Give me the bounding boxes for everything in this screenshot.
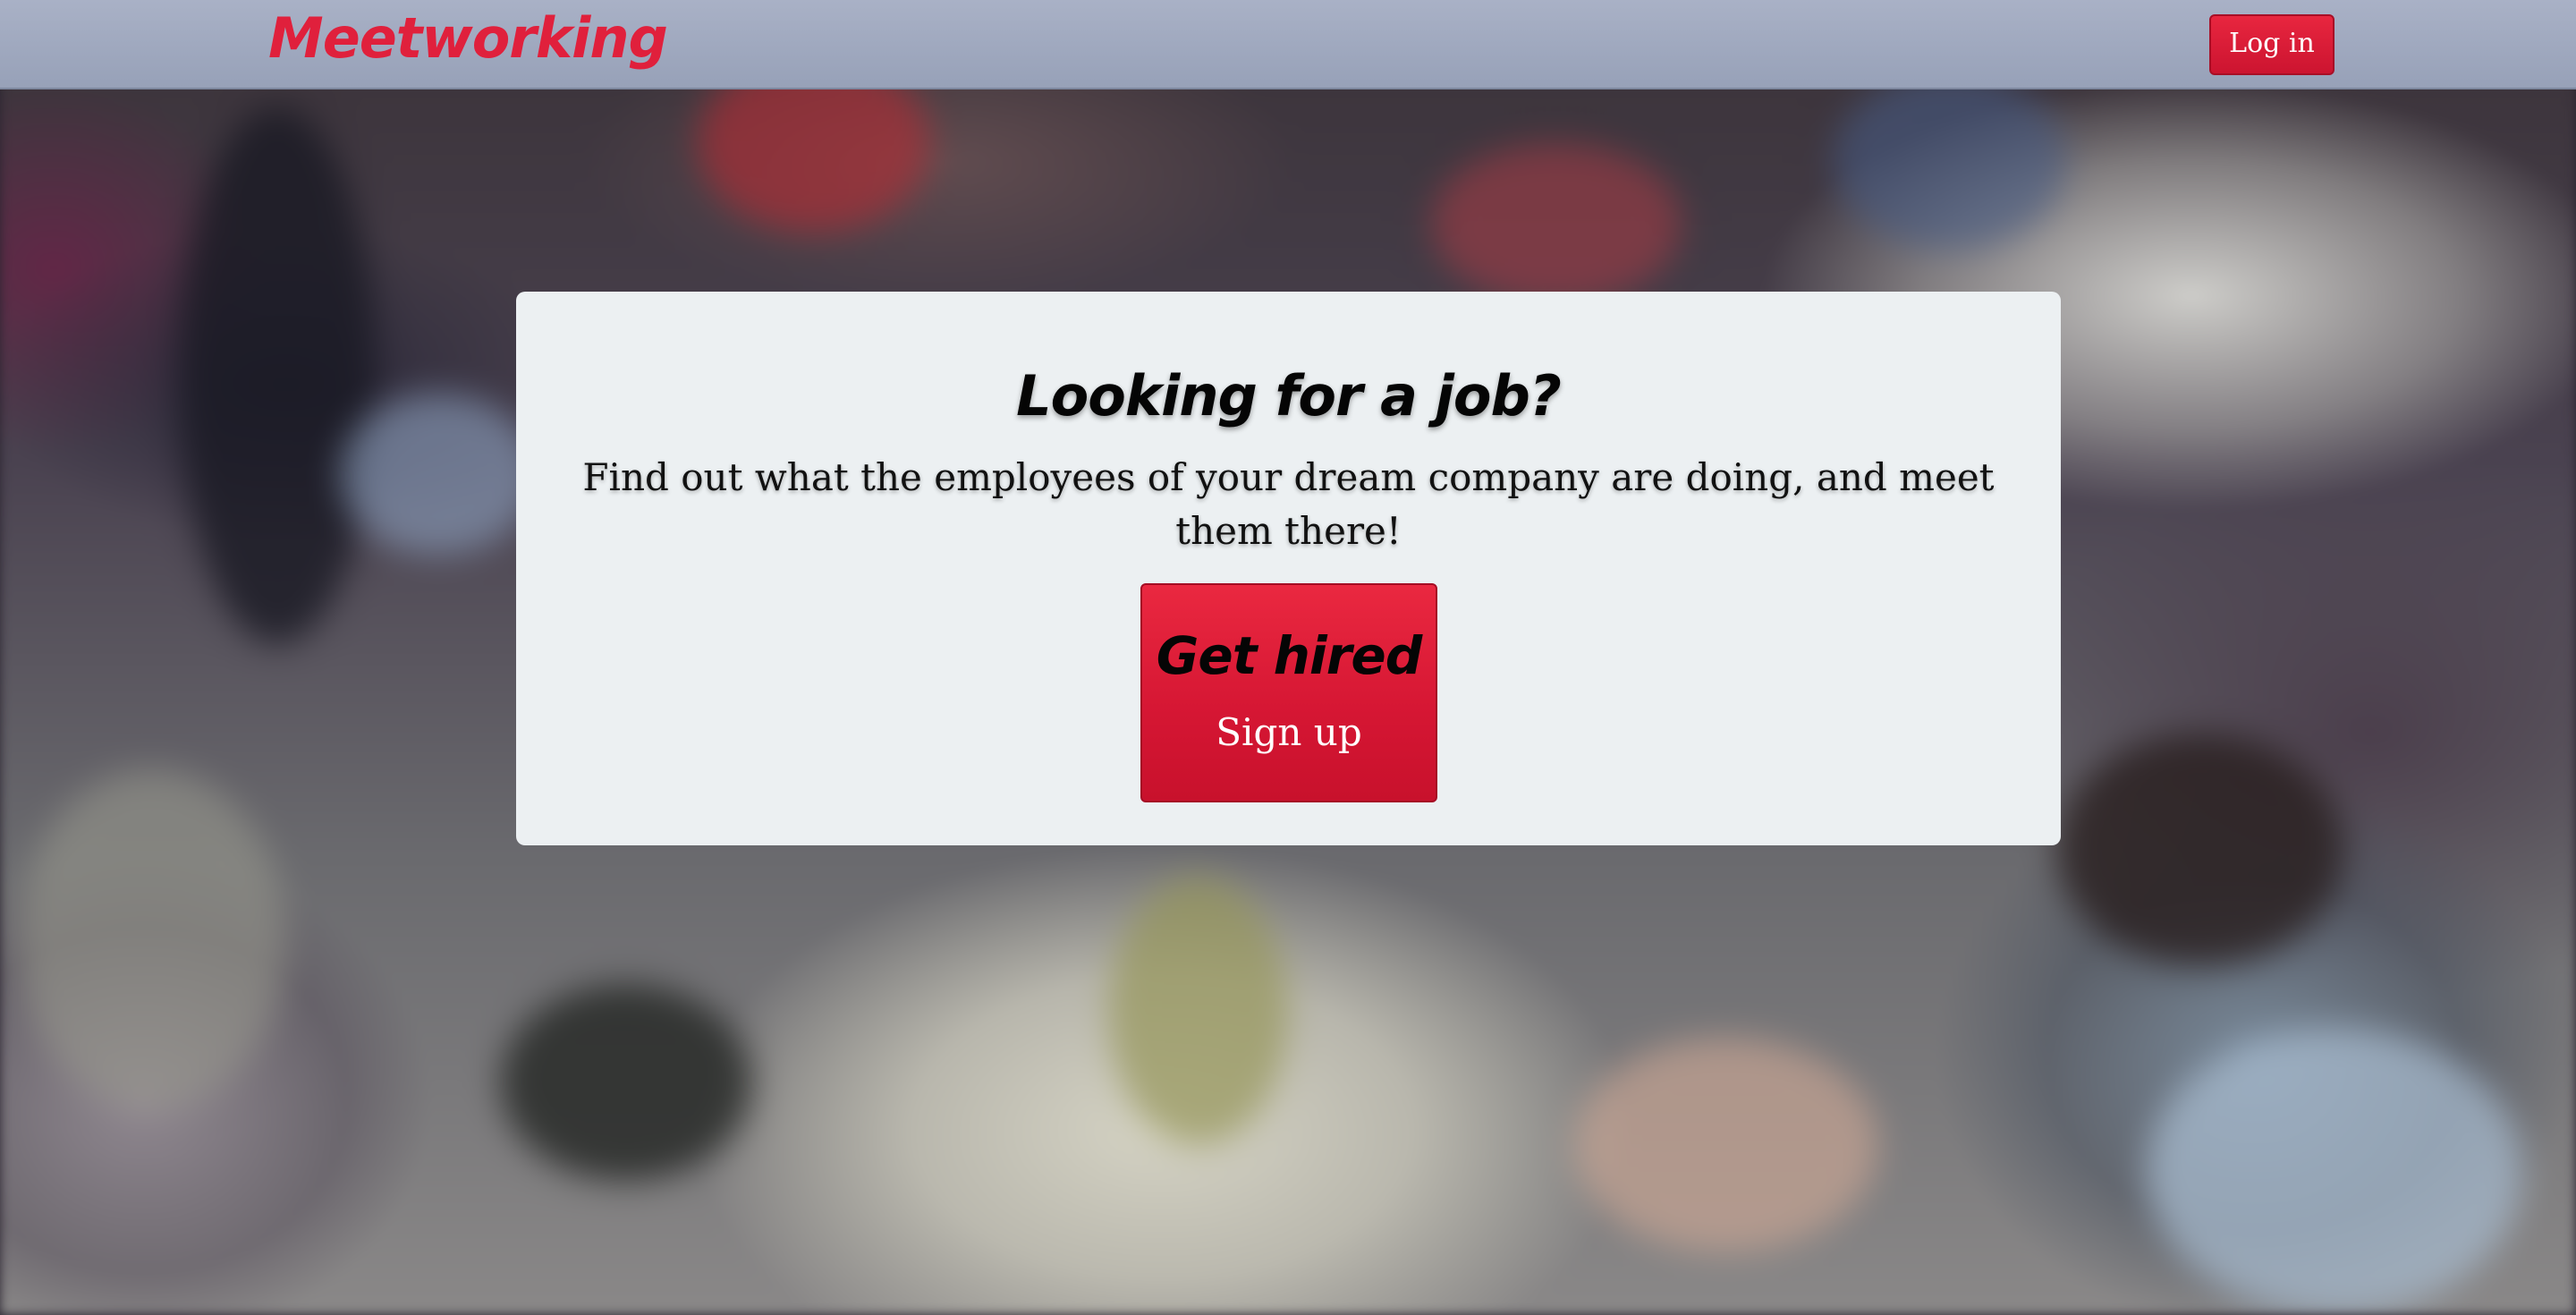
signup-button[interactable]: Get hired Sign up — [1140, 583, 1437, 802]
login-button[interactable]: Log in — [2209, 14, 2334, 75]
hero-card: Looking for a job? Find out what the emp… — [516, 292, 2061, 845]
cta-title: Get hired — [1156, 625, 1423, 686]
cta-label: Sign up — [1216, 710, 1362, 754]
hero-title: Looking for a job? — [1016, 363, 1562, 428]
brand-logo[interactable]: Meetworking — [268, 2, 668, 75]
top-navbar: Meetworking Log in — [0, 0, 2576, 89]
hero-subtitle: Find out what the employees of your drea… — [582, 455, 1995, 553]
